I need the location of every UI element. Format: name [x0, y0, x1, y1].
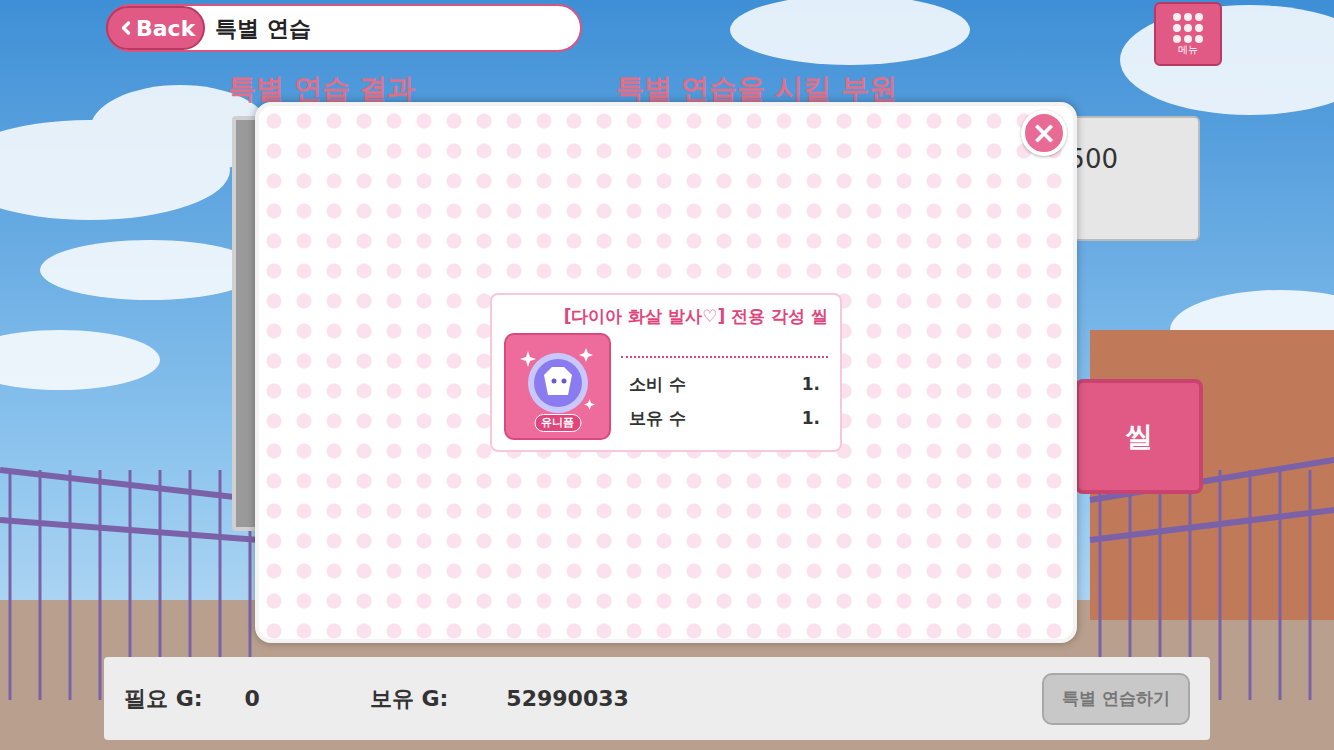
stat-row: 보유 수1. — [621, 402, 828, 436]
dialog-overlay: × [다이아 화살 발사♡] 전용 각성 씰유니폼 소비 수1.보유 수1. — [0, 0, 1334, 750]
item-dialog: × [다이아 화살 발사♡] 전용 각성 씰유니폼 소비 수1.보유 수1. — [255, 102, 1077, 643]
grid-icon — [1173, 13, 1203, 43]
item-icon: 유니폼 — [504, 333, 611, 440]
stat-row: 소비 수1. — [621, 368, 828, 402]
menu-button[interactable]: 메뉴 — [1154, 2, 1222, 66]
back-button[interactable]: Back — [106, 6, 205, 50]
item-badge: 유니폼 — [534, 414, 581, 433]
footer-bar: 필요 G:0보유 G:52990033특별 연습하기 — [104, 657, 1210, 740]
item-card: [다이아 화살 발사♡] 전용 각성 씰유니폼 소비 수1.보유 수1. — [490, 293, 842, 452]
practice-button[interactable]: 특별 연습하기 — [1042, 673, 1190, 725]
chevron-left-icon — [116, 18, 136, 38]
close-button[interactable]: × — [1021, 110, 1067, 156]
dotted-divider — [621, 356, 828, 358]
title-bar: Back 특별 연습 — [106, 4, 582, 52]
app-screen: Back특별 연습메뉴특별 연습 결과특별 연습을 시킬 부원500씰필요 G:… — [0, 0, 1334, 750]
seal-button[interactable]: 씰 — [1075, 379, 1203, 494]
header: Back 특별 연습 메뉴 — [0, 0, 1334, 66]
required-gold: 0 — [245, 682, 260, 715]
page-title: 특별 연습 — [215, 12, 311, 45]
item-name: [다이아 화살 발사♡] 전용 각성 씰 — [504, 305, 828, 327]
owned-gold: 52990033 — [506, 682, 628, 715]
